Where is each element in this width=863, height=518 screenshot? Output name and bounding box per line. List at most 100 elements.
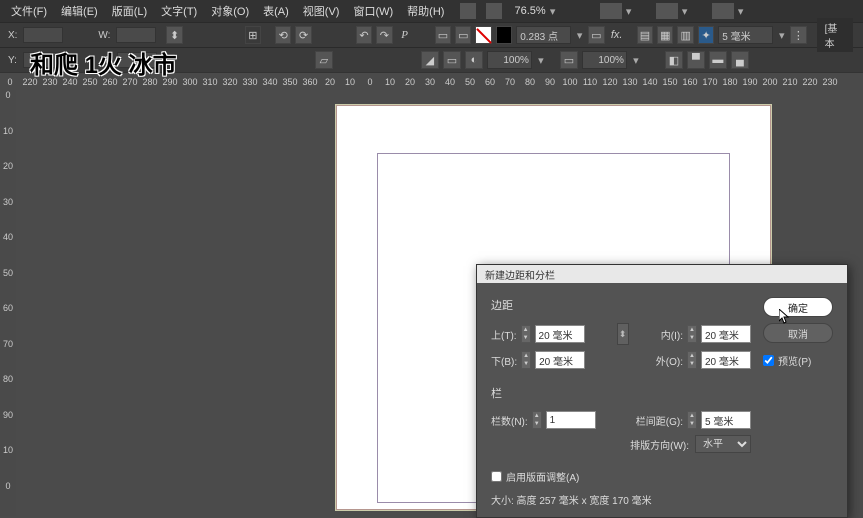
screen-mode-dropdown-icon[interactable]: ▾ [680,6,690,16]
opacity-dropdown-icon[interactable]: ▾ [631,55,641,65]
screen-mode-icon[interactable] [656,3,678,19]
zoom-dropdown-icon[interactable]: ▾ [548,6,558,16]
spacing-dropdown-icon[interactable]: ▾ [777,30,786,40]
more-icon[interactable]: ⋮ [790,26,806,44]
top-spinner[interactable]: ▲▼ [521,325,531,343]
ok-button[interactable]: 确定 [763,297,833,317]
outside-input[interactable] [701,351,751,369]
preview-checkbox-input[interactable] [763,355,774,366]
flip-h-icon[interactable]: ⟲ [275,26,291,44]
ruler-tick: 10 [380,77,400,87]
bridge-icon[interactable] [460,3,476,19]
adjust-layout-checkbox[interactable]: 启用版面调整(A) [491,469,751,484]
scale-input[interactable] [487,51,532,69]
adjust-checkbox-input[interactable] [491,471,502,482]
text-wrap-icon[interactable]: ▭ [435,26,451,44]
ruler-tick: 0 [360,77,380,87]
stock-icon[interactable] [486,3,502,19]
align-right-icon[interactable]: ▥ [677,26,693,44]
ruler-tick: 20 [320,77,340,87]
corner-icon[interactable]: ◢ [421,51,439,69]
align-center-icon[interactable]: ▦ [657,26,673,44]
stroke-weight-input[interactable] [516,26,571,44]
basic-tab[interactable]: [基本 [817,18,853,52]
ruler-tick: 40 [440,77,460,87]
opacity-input[interactable] [582,51,627,69]
margins-columns-dialog: 新建边距和分栏 边距 上(T): ▲▼ ⬍ 内(I): ▲▼ [476,264,848,518]
menu-table[interactable]: 表(A) [257,1,295,21]
menu-file[interactable]: 文件(F) [5,1,53,21]
bottom-spinner[interactable]: ▲▼ [521,351,531,369]
bottom-input[interactable] [535,351,585,369]
ruler-tick: 300 [180,77,200,87]
distribute-icon[interactable]: ✦ [698,26,714,44]
spacing-input[interactable] [718,26,773,44]
ruler-tick: 160 [680,77,700,87]
outside-spinner[interactable]: ▲▼ [687,351,697,369]
text-wrap2-icon[interactable]: ▭ [455,26,471,44]
rotate-cw-icon[interactable]: ↷ [376,26,392,44]
align-left-icon[interactable]: ▤ [637,26,653,44]
opacity-icon[interactable]: ◐ [465,51,483,69]
effects-icon[interactable]: ◧ [665,51,683,69]
cancel-button[interactable]: 取消 [763,323,833,343]
arrange-icon[interactable] [712,3,734,19]
ruler-tick: 210 [780,77,800,87]
blend-icon[interactable]: ▭ [560,51,578,69]
columns-section-title: 栏 [491,385,751,401]
ruler-tick: 120 [600,77,620,87]
x-input[interactable] [23,27,63,43]
count-label: 栏数(N): [491,413,528,428]
menu-layout[interactable]: 版面(L) [106,1,153,21]
shear-icon[interactable]: ▱ [315,51,333,69]
ref-point-icon[interactable]: ⊞ [245,26,261,44]
view-mode-icon[interactable] [600,3,622,19]
ruler-vtick: 70 [0,339,16,375]
w-input[interactable] [116,27,156,43]
gutter-label: 栏间距(G): [636,413,683,428]
ruler-tick: 220 [800,77,820,87]
preview-checkbox[interactable]: 预览(P) [763,353,833,368]
inside-input[interactable] [701,325,751,343]
gutter-input[interactable] [701,411,751,429]
menu-edit[interactable]: 编辑(E) [55,1,104,21]
rotate-ccw-icon[interactable]: ↶ [356,26,372,44]
link-margins-icon[interactable]: ⬍ [617,323,629,345]
align-m-icon[interactable]: ▬ [709,51,727,69]
top-input[interactable] [535,325,585,343]
ruler-vtick: 20 [0,161,16,197]
gutter-spinner[interactable]: ▲▼ [687,411,697,429]
stroke-dropdown-icon[interactable]: ▾ [575,30,584,40]
menu-object[interactable]: 对象(O) [205,1,255,21]
view-mode-dropdown-icon[interactable]: ▾ [624,6,634,16]
ruler-tick: 330 [240,77,260,87]
ruler-tick: 170 [700,77,720,87]
constrain-wh-icon[interactable]: ⬍ [166,26,182,44]
x-label: X: [8,30,17,41]
adjust-label: 启用版面调整(A) [506,469,579,484]
scale-dropdown-icon[interactable]: ▾ [536,55,546,65]
stroke-style-icon[interactable]: ▭ [588,26,604,44]
zoom-level[interactable]: 76.5% [514,5,545,17]
fill-none-icon[interactable] [475,26,491,44]
arrange-dropdown-icon[interactable]: ▾ [736,6,746,16]
align-t-icon[interactable]: ▀ [687,51,705,69]
count-input[interactable] [546,411,596,429]
p-icon[interactable]: P [397,26,413,44]
inside-spinner[interactable]: ▲▼ [687,325,697,343]
corner2-icon[interactable]: ▭ [443,51,461,69]
vertical-ruler[interactable]: 0 10 20 30 40 50 60 70 80 90 10 0 [0,90,16,516]
ruler-vtick: 80 [0,374,16,410]
flip-v-icon[interactable]: ⟳ [295,26,311,44]
menu-help[interactable]: 帮助(H) [401,1,450,21]
align-b-icon[interactable]: ▄ [731,51,749,69]
ruler-vtick: 30 [0,197,16,233]
menu-view[interactable]: 视图(V) [297,1,346,21]
menu-type[interactable]: 文字(T) [155,1,203,21]
count-spinner[interactable]: ▲▼ [532,411,542,429]
direction-select[interactable]: 水平 [695,435,751,453]
preview-label: 预览(P) [778,353,811,368]
fx-icon[interactable]: fx. [609,26,625,44]
menu-window[interactable]: 窗口(W) [347,1,399,21]
swap-icon[interactable] [496,26,512,44]
